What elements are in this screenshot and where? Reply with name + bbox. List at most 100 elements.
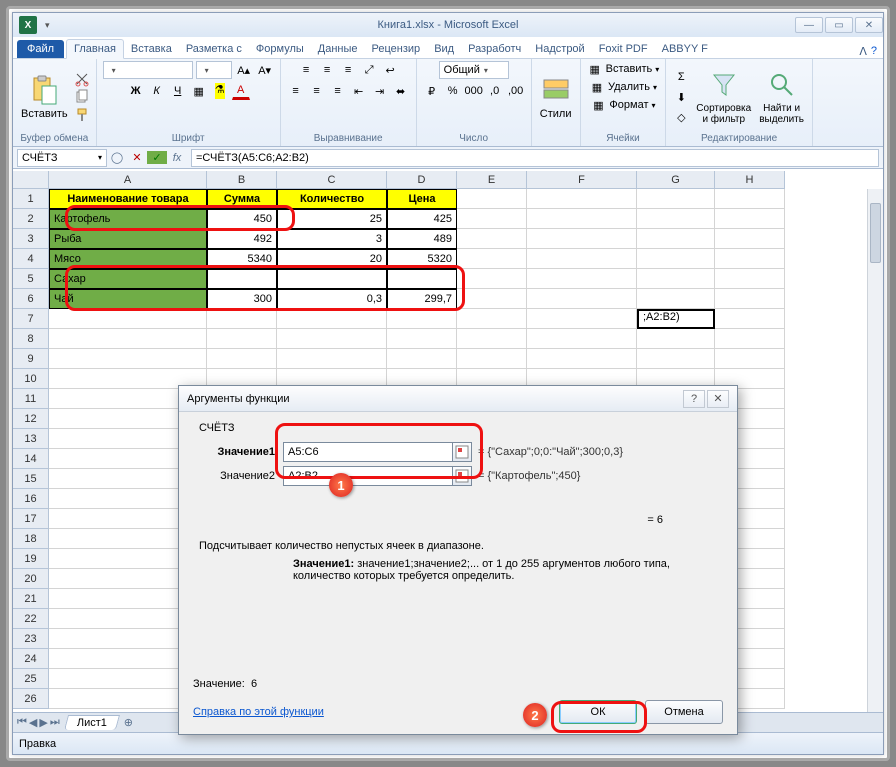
copy-icon[interactable] bbox=[74, 89, 90, 105]
cell[interactable] bbox=[207, 349, 277, 369]
tab-foxit[interactable]: Foxit PDF bbox=[592, 40, 655, 58]
row-header[interactable]: 24 bbox=[13, 649, 49, 669]
cell[interactable] bbox=[457, 289, 527, 309]
circle-icon[interactable]: ◯ bbox=[107, 151, 127, 164]
row-header[interactable]: 3 bbox=[13, 229, 49, 249]
cancel-formula-button[interactable]: ✕ bbox=[127, 151, 147, 164]
close-button[interactable]: ✕ bbox=[855, 17, 883, 33]
cell[interactable] bbox=[49, 309, 207, 329]
cell[interactable] bbox=[387, 349, 457, 369]
row-header[interactable]: 9 bbox=[13, 349, 49, 369]
cell[interactable] bbox=[207, 329, 277, 349]
cell[interactable]: 25 bbox=[277, 209, 387, 229]
orientation-icon[interactable]: ⤢ bbox=[360, 61, 378, 79]
sort-filter-button[interactable]: Сортировка и фильтр bbox=[694, 67, 753, 127]
row-header[interactable]: 11 bbox=[13, 389, 49, 409]
cell[interactable] bbox=[715, 269, 785, 289]
cell[interactable] bbox=[387, 309, 457, 329]
cell[interactable] bbox=[207, 309, 277, 329]
tab-insert[interactable]: Вставка bbox=[124, 40, 179, 58]
tab-addins[interactable]: Надстрой bbox=[528, 40, 591, 58]
row-header[interactable]: 19 bbox=[13, 549, 49, 569]
cell[interactable] bbox=[457, 349, 527, 369]
row-header[interactable]: 8 bbox=[13, 329, 49, 349]
minimize-button[interactable]: — bbox=[795, 17, 823, 33]
row-header[interactable]: 25 bbox=[13, 669, 49, 689]
cell[interactable] bbox=[715, 309, 785, 329]
cell[interactable] bbox=[527, 309, 637, 329]
cell[interactable] bbox=[715, 289, 785, 309]
cell[interactable] bbox=[527, 229, 637, 249]
indent-inc-icon[interactable]: ⇥ bbox=[371, 82, 389, 100]
cell[interactable] bbox=[637, 189, 715, 209]
row-header[interactable]: 23 bbox=[13, 629, 49, 649]
cell[interactable]: 0,3 bbox=[277, 289, 387, 309]
cell[interactable] bbox=[715, 249, 785, 269]
cell[interactable] bbox=[527, 349, 637, 369]
accept-formula-button[interactable]: ✓ bbox=[147, 151, 167, 164]
cell[interactable] bbox=[527, 189, 637, 209]
cell[interactable]: Картофель bbox=[49, 209, 207, 229]
cell[interactable] bbox=[277, 329, 387, 349]
tab-formulas[interactable]: Формулы bbox=[249, 40, 311, 58]
font-size-select[interactable] bbox=[196, 61, 232, 79]
row-header[interactable]: 26 bbox=[13, 689, 49, 709]
row-header[interactable]: 2 bbox=[13, 209, 49, 229]
cell[interactable] bbox=[715, 229, 785, 249]
align-middle-icon[interactable]: ≡ bbox=[318, 61, 336, 79]
help-link[interactable]: Справка по этой функции bbox=[193, 706, 324, 718]
styles-button[interactable]: Стили bbox=[538, 72, 574, 122]
row-header[interactable]: 17 bbox=[13, 509, 49, 529]
tab-developer[interactable]: Разработч bbox=[461, 40, 528, 58]
delete-cells-button[interactable]: ▦Удалить▾ bbox=[589, 79, 657, 95]
paste-button[interactable]: Вставить bbox=[19, 72, 70, 122]
cell[interactable] bbox=[49, 329, 207, 349]
cell[interactable] bbox=[207, 269, 277, 289]
vertical-scrollbar[interactable] bbox=[867, 189, 883, 732]
cell[interactable]: Сахар bbox=[49, 269, 207, 289]
italic-icon[interactable]: К bbox=[148, 82, 166, 100]
currency-icon[interactable]: ₽ bbox=[423, 82, 441, 100]
cell[interactable] bbox=[387, 329, 457, 349]
clear-icon[interactable]: ◇ bbox=[672, 108, 690, 126]
cell[interactable]: 299,7 bbox=[387, 289, 457, 309]
cell[interactable] bbox=[457, 249, 527, 269]
row-header[interactable]: 1 bbox=[13, 189, 49, 209]
cell[interactable] bbox=[527, 249, 637, 269]
restore-button[interactable]: ▭ bbox=[825, 17, 853, 33]
cell[interactable]: 425 bbox=[387, 209, 457, 229]
cell[interactable]: Рыба bbox=[49, 229, 207, 249]
cell[interactable] bbox=[277, 349, 387, 369]
inc-decimal-icon[interactable]: ,0 bbox=[486, 82, 504, 100]
align-top-icon[interactable]: ≡ bbox=[297, 61, 315, 79]
minimize-ribbon-icon[interactable]: ᐱ bbox=[859, 45, 867, 58]
cell[interactable] bbox=[457, 309, 527, 329]
cell[interactable]: Сумма bbox=[207, 189, 277, 209]
cell[interactable] bbox=[637, 249, 715, 269]
insert-cells-button[interactable]: ▦Вставить▾ bbox=[587, 61, 660, 77]
scrollbar-thumb[interactable] bbox=[870, 203, 881, 263]
tab-review[interactable]: Рецензир bbox=[365, 40, 428, 58]
align-left-icon[interactable]: ≡ bbox=[287, 82, 305, 100]
grow-font-icon[interactable]: A▴ bbox=[235, 61, 253, 79]
cell[interactable]: 489 bbox=[387, 229, 457, 249]
cell[interactable] bbox=[637, 289, 715, 309]
row-header[interactable]: 4 bbox=[13, 249, 49, 269]
cell[interactable]: Наименование товара bbox=[49, 189, 207, 209]
format-cells-button[interactable]: ▦Формат▾ bbox=[590, 97, 655, 113]
arg2-range-button[interactable] bbox=[452, 466, 472, 486]
format-painter-icon[interactable] bbox=[74, 107, 90, 123]
arg2-input[interactable]: A2:B2 bbox=[283, 466, 453, 486]
cell[interactable] bbox=[457, 229, 527, 249]
cell[interactable] bbox=[637, 209, 715, 229]
cell[interactable]: 3 bbox=[277, 229, 387, 249]
indent-dec-icon[interactable]: ⇤ bbox=[350, 82, 368, 100]
cell[interactable] bbox=[457, 209, 527, 229]
cell[interactable]: 20 bbox=[277, 249, 387, 269]
column-header[interactable]: C bbox=[277, 171, 387, 189]
comma-icon[interactable]: 000 bbox=[465, 82, 483, 100]
cell[interactable] bbox=[527, 209, 637, 229]
cell[interactable] bbox=[387, 269, 457, 289]
arg1-input[interactable]: A5:C6 bbox=[283, 442, 453, 462]
shrink-font-icon[interactable]: A▾ bbox=[256, 61, 274, 79]
